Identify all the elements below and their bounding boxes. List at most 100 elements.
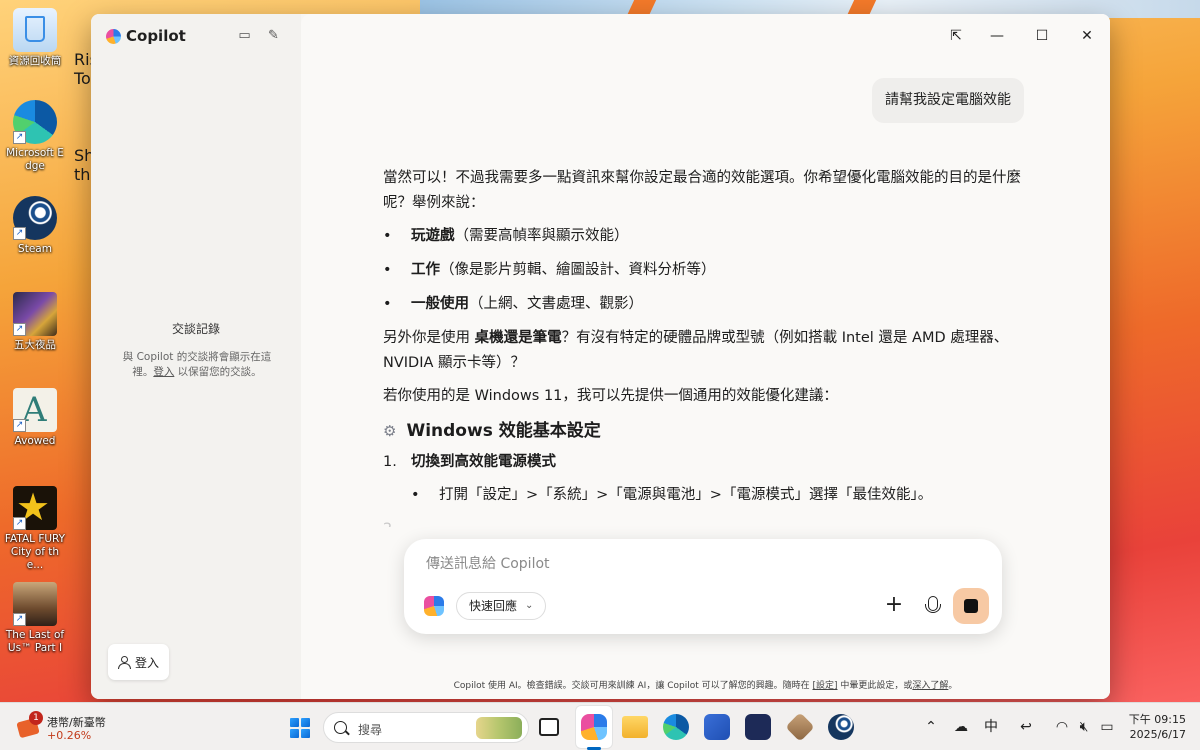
reply-paragraph: 另外你是使用 桌機還是筆電？有沒有特定的硬體品牌或型號（例如搭載 Intel 還… xyxy=(383,326,1023,376)
shortcut-arrow-icon: ↗ xyxy=(13,419,26,432)
bullet-bold: 工作 xyxy=(411,262,440,278)
new-chat-button[interactable]: ✎ xyxy=(265,27,282,44)
minimize-button[interactable]: — xyxy=(985,26,1009,46)
windows-logo-pane xyxy=(290,729,299,738)
list-item: 玩遊戲（需要高幀率與顯示效能） xyxy=(383,224,1023,249)
widget-change: +0.26% xyxy=(47,729,92,742)
shortcut-arrow-icon: ↗ xyxy=(13,227,26,240)
signin-link[interactable]: 登入 xyxy=(153,366,174,378)
add-attachment-button[interactable]: + xyxy=(882,594,906,618)
step-title: 切換到高效能電源模式 xyxy=(411,454,556,470)
message-input[interactable] xyxy=(426,553,966,575)
widget-title: 港幣/新臺幣 xyxy=(47,716,106,729)
package-app-icon[interactable] xyxy=(785,712,815,742)
taskbar: 1 港幣/新臺幣 +0.26% 搜尋 ⌃ ☁ 中 ↩ ◠ 🔇︎ ▭ 下午 09:… xyxy=(0,702,1200,750)
reply-heading: ⚙ Windows 效能基本設定 xyxy=(383,419,1023,444)
store-icon[interactable] xyxy=(704,714,730,740)
wifi-icon[interactable]: ◠ xyxy=(1052,717,1072,737)
learn-more-link[interactable]: 深入了解 xyxy=(912,681,948,691)
steam-taskbar-icon[interactable] xyxy=(828,714,854,740)
bullet-bold: 一般使用 xyxy=(411,296,469,312)
copilot-logo-icon xyxy=(106,28,121,44)
copilot-icon xyxy=(424,596,444,616)
desktop-icon-fatal-fury[interactable]: ★ ↗ FATAL FURY City of the... xyxy=(4,486,66,572)
gear-icon: ⚙ xyxy=(383,422,397,440)
avowed-icon: A ↗ xyxy=(13,388,57,432)
close-button[interactable]: ✕ xyxy=(1075,26,1099,46)
disclaimer-text: 中暈更此設定，或 xyxy=(837,681,913,691)
windows-logo-pane xyxy=(301,718,310,727)
search-placeholder: 搜尋 xyxy=(358,723,383,737)
chat-main: ⇱ — ☐ ✕ 請幫我設定電腦效能 當然可以！不過我需要多一點資訊來幫你設定最合… xyxy=(301,14,1110,699)
edge-icon: ↗ xyxy=(13,100,57,144)
cloud-icon[interactable]: ☁ xyxy=(951,717,971,737)
disclaimer-text: 。 xyxy=(948,681,958,691)
stop-button[interactable] xyxy=(953,588,989,624)
battery-icon[interactable]: ▭ xyxy=(1097,717,1117,737)
person-icon xyxy=(117,656,131,669)
notification-badge: 1 xyxy=(29,711,43,725)
bullet-text: （需要高幀率與顯示效能） xyxy=(454,228,629,244)
start-button[interactable] xyxy=(290,718,310,738)
ime-indicator[interactable]: 中 xyxy=(981,717,1001,737)
game-cover-icon: ↗ xyxy=(13,292,57,336)
windows-logo-pane xyxy=(301,729,310,738)
copilot-window: Copilot ▭ ✎ 交談記錄 與 Copilot 的交談將會顯示在這裡。登入… xyxy=(91,14,1110,699)
search-highlight-art xyxy=(476,717,522,739)
windows-logo-pane xyxy=(290,718,299,727)
widgets-button[interactable]: 1 港幣/新臺幣 +0.26% xyxy=(18,711,118,744)
mode-label: 快速回應 xyxy=(469,599,518,613)
desktop-icon-avowed[interactable]: A ↗ Avowed xyxy=(4,388,66,448)
desktop-icon-steam[interactable]: ↗ Steam xyxy=(4,196,66,256)
reply-sub-bullets: 打開「設定」>「系統」>「電源與電池」>「電源模式」選擇「最佳效能」。 xyxy=(383,483,1023,508)
settings-link[interactable]: [設定] xyxy=(812,681,837,691)
list-item: 1. 切換到高效能電源模式 xyxy=(383,450,1023,475)
history-title: 交談記錄 xyxy=(171,322,220,336)
desktop-icon-last-of-us[interactable]: ↗ The Last of Us™ Part I xyxy=(4,582,66,655)
editor-app-icon[interactable] xyxy=(745,714,771,740)
chevron-down-icon: ⌄ xyxy=(525,600,534,611)
copilot-taskbar-icon[interactable] xyxy=(581,714,607,740)
list-number: 1. xyxy=(383,454,397,470)
steam-icon: ↗ xyxy=(13,196,57,240)
signin-button[interactable]: 登入 xyxy=(108,644,169,680)
edge-taskbar-icon[interactable] xyxy=(663,714,689,740)
clock-date: 2025/6/17 xyxy=(1129,728,1186,741)
last-of-us-icon: ↗ xyxy=(13,582,57,626)
desktop-icon-recycle-bin[interactable]: 資源回收筒 xyxy=(4,8,66,68)
microphone-button[interactable] xyxy=(921,594,945,618)
shortcut-arrow-icon: ↗ xyxy=(13,323,26,336)
desktop-icon-label: FATAL FURY City of the... xyxy=(4,533,66,571)
desktop-icon-edge[interactable]: ↗ Microsoft Edge xyxy=(4,100,66,173)
search-icon xyxy=(334,721,347,734)
desktop-icon-label: 五大夜品 xyxy=(14,339,56,351)
ime-mode-icon[interactable]: ↩ xyxy=(1016,717,1036,737)
reply-text: 另外你是使用 xyxy=(383,330,475,346)
desktop-icon-game-1[interactable]: ↗ 五大夜品 xyxy=(4,292,66,352)
desktop-icon-label: Avowed xyxy=(14,435,56,447)
clock[interactable]: 下午 09:15 2025/6/17 xyxy=(1129,712,1186,742)
shortcut-arrow-icon: ↗ xyxy=(13,517,26,530)
mode-dropdown[interactable]: 快速回應 ⌄ xyxy=(456,592,547,620)
shortcut-arrow-icon: ↗ xyxy=(13,613,26,626)
maximize-button[interactable]: ☐ xyxy=(1030,26,1054,46)
chevron-up-icon[interactable]: ⌃ xyxy=(921,717,941,737)
list-item: 打開「設定」>「系統」>「電源與電池」>「電源模式」選擇「最佳效能」。 xyxy=(383,483,1023,508)
task-view-icon[interactable] xyxy=(539,718,559,736)
file-explorer-icon[interactable] xyxy=(622,716,648,738)
desktop-icon-label: Steam xyxy=(18,243,52,255)
pin-window-button[interactable]: ⇱ xyxy=(944,26,968,46)
desktop-icons: 資源回收筒 ↗ Microsoft Edge ↗ Steam ↗ 五大夜品 A … xyxy=(0,0,106,700)
reply-bullets: 玩遊戲（需要高幀率與顯示效能） 工作（像是影片剪輯、繪圖設計、資料分析等） 一般… xyxy=(383,224,1023,317)
disclaimer-text: Copilot 使用 AI。檢查錯誤。交談可用來訓練 AI，讓 Copilot … xyxy=(453,681,813,691)
list-item: 工作（像是影片剪輯、繪圖設計、資料分析等） xyxy=(383,258,1023,283)
brand: Copilot xyxy=(106,27,186,45)
bullet-text: （上網、文書處理、觀影） xyxy=(469,296,643,312)
fatal-fury-icon: ★ ↗ xyxy=(13,486,57,530)
desktop-icon-label: Microsoft Edge xyxy=(6,147,64,172)
volume-muted-icon[interactable]: 🔇︎ xyxy=(1074,717,1094,737)
desktop-icon-label: The Last of Us™ Part I xyxy=(5,629,65,654)
taskbar-search[interactable]: 搜尋 xyxy=(323,712,529,743)
toggle-sidebar-button[interactable]: ▭ xyxy=(236,27,253,44)
history-desc-text: 以保留您的交談。 xyxy=(174,366,262,378)
